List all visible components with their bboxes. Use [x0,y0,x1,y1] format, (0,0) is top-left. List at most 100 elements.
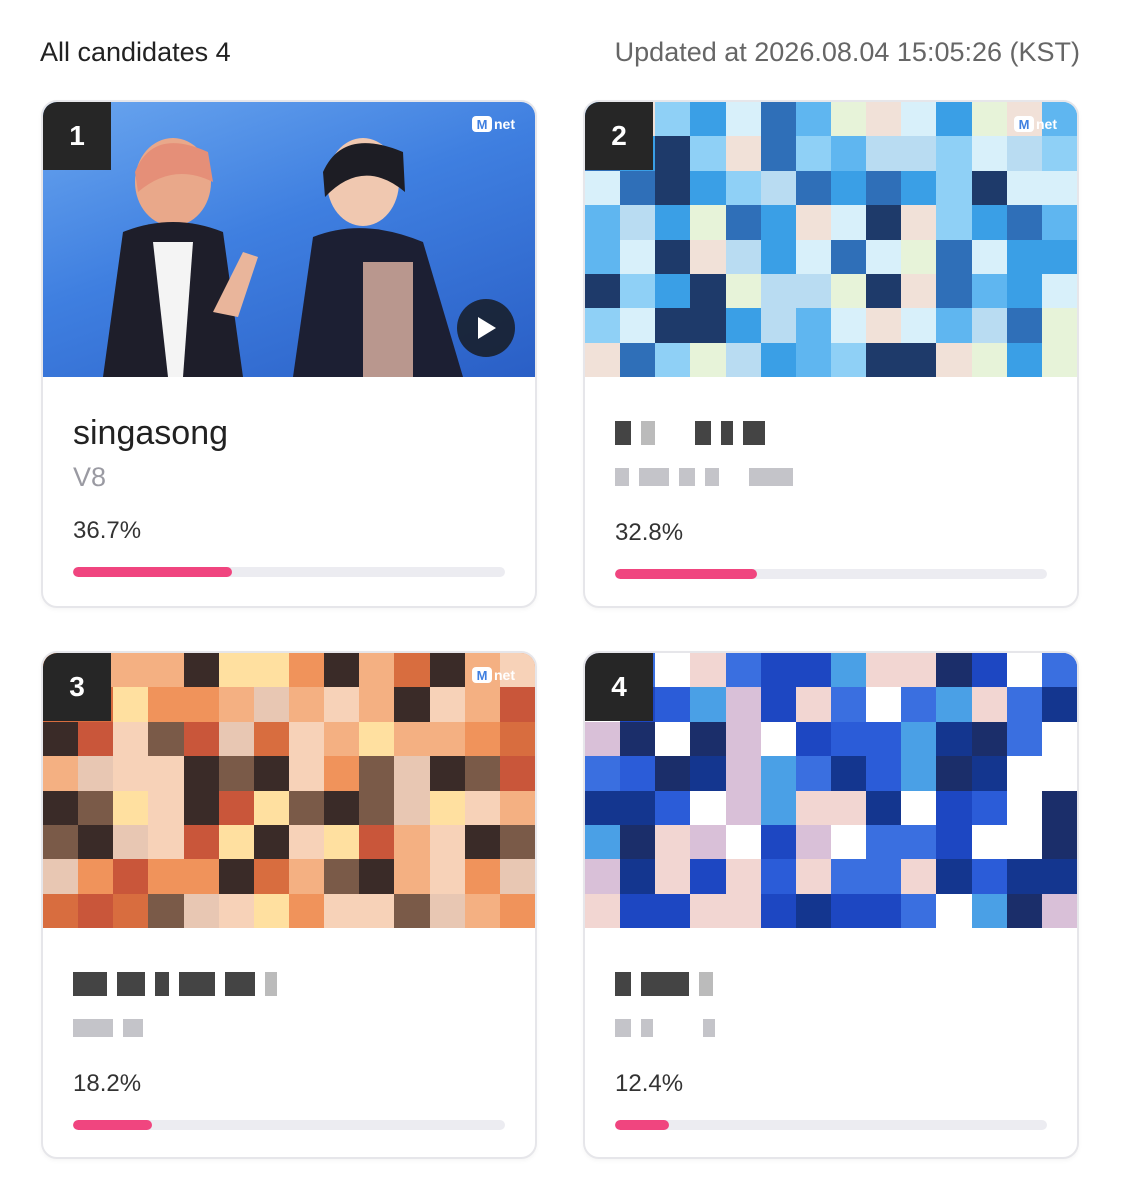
mosaic-tile [148,721,184,757]
mosaic-tile [218,859,254,894]
mosaic-tile [690,136,726,171]
mosaic-tile [936,239,972,274]
mosaic-tile [690,859,726,894]
mosaic-tile [1006,653,1042,688]
mosaic-tile [760,721,796,757]
pixelated-photo [43,653,535,928]
mosaic-tile [830,653,867,688]
mosaic-tile [183,687,219,722]
mosaic-tile [760,859,796,894]
mosaic-tile [585,170,621,206]
mosaic-tile [866,273,902,309]
mosaic-tile [429,721,465,757]
mosaic-tile [795,170,831,206]
mosaic-tile [866,653,902,688]
mosaic-tile [795,824,831,860]
mosaic-tile [690,893,726,928]
mosaic-tile [795,653,831,688]
mnet-logo: Mnet [472,116,515,132]
mosaic-tile [866,239,902,274]
mosaic-tile [655,721,691,757]
mnet-logo: Mnet [472,667,515,683]
mosaic-tile [288,790,325,825]
mosaic-tile [725,102,761,137]
mosaic-tile [795,273,831,309]
mosaic-tile [795,239,831,274]
mosaic-tile [725,308,761,343]
candidate-thumbnail[interactable]: 4 [585,653,1077,928]
mosaic-tile [429,653,465,688]
mosaic-tile [620,824,656,860]
mosaic-tile [288,756,325,791]
mosaic-tile [655,653,691,688]
mosaic-tile [971,756,1007,791]
mosaic-tile [795,102,831,137]
mosaic-tile [760,136,796,171]
mosaic-tile [585,893,621,928]
mosaic-tile [1041,170,1077,206]
mosaic-tile [760,342,796,377]
mosaic-tile [1041,893,1077,928]
mosaic-tile [585,308,621,343]
vote-progress-bar [73,567,505,577]
candidate-card[interactable]: 2 Mnet 32.8% [583,100,1079,608]
mosaic-tile [690,170,726,206]
mosaic-tile [78,824,114,860]
mosaic-tile [394,653,430,688]
mosaic-tile [620,239,656,274]
mosaic-tile [78,893,114,928]
vote-progress-bar [615,569,1047,579]
candidate-thumbnail[interactable]: 2 Mnet [585,102,1077,377]
mosaic-tile [795,136,831,171]
mosaic-tile [620,859,656,894]
mosaic-tile [655,239,691,274]
mosaic-tile [359,859,395,894]
play-icon[interactable] [457,299,515,357]
mosaic-tile [866,136,902,171]
candidate-thumbnail[interactable]: 1 Mnet [43,102,535,377]
mosaic-tile [655,859,691,894]
mosaic-tile [830,859,867,894]
mosaic-tile [830,170,867,206]
mosaic-tile [690,205,726,240]
mosaic-tile [725,859,761,894]
candidates-count-label: All candidates 4 [40,36,231,67]
mosaic-tile [901,721,937,757]
mosaic-tile [866,893,902,928]
song-title-redacted [615,411,1047,455]
mosaic-tile [830,273,867,309]
mosaic-tile [620,170,656,206]
mosaic-tile [971,102,1007,137]
mosaic-tile [253,790,289,825]
candidate-thumbnail[interactable]: 3 Mnet [43,653,535,928]
mosaic-tile [288,859,325,894]
mosaic-tile [936,824,972,860]
mosaic-tile [760,756,796,791]
mosaic-tile [1006,687,1042,722]
mosaic-tile [464,687,500,722]
mosaic-tile [795,308,831,343]
candidate-card[interactable]: 4 12.4% [583,651,1079,1159]
mosaic-tile [253,756,289,791]
mosaic-tile [394,721,430,757]
candidate-card[interactable]: 3 Mnet 18.2% [41,651,537,1159]
mosaic-tile [866,824,902,860]
mosaic-tile [585,273,621,309]
vote-percentage: 12.4% [615,1070,684,1097]
mosaic-tile [690,653,726,688]
mosaic-tile [1041,342,1077,377]
mosaic-tile [43,859,79,894]
mosaic-tile [585,824,621,860]
mosaic-tile [936,756,972,791]
mosaic-tile [218,721,254,757]
mosaic-tile [971,273,1007,309]
mosaic-tile [1041,239,1077,274]
mosaic-tile [725,170,761,206]
mosaic-tile [690,756,726,791]
mosaic-tile [690,824,726,860]
mosaic-tile [971,721,1007,757]
candidate-card[interactable]: 1 Mnet singasong V8 36.7% [41,100,537,608]
mosaic-tile [725,824,761,860]
mosaic-tile [866,687,902,722]
mosaic-tile [359,721,395,757]
